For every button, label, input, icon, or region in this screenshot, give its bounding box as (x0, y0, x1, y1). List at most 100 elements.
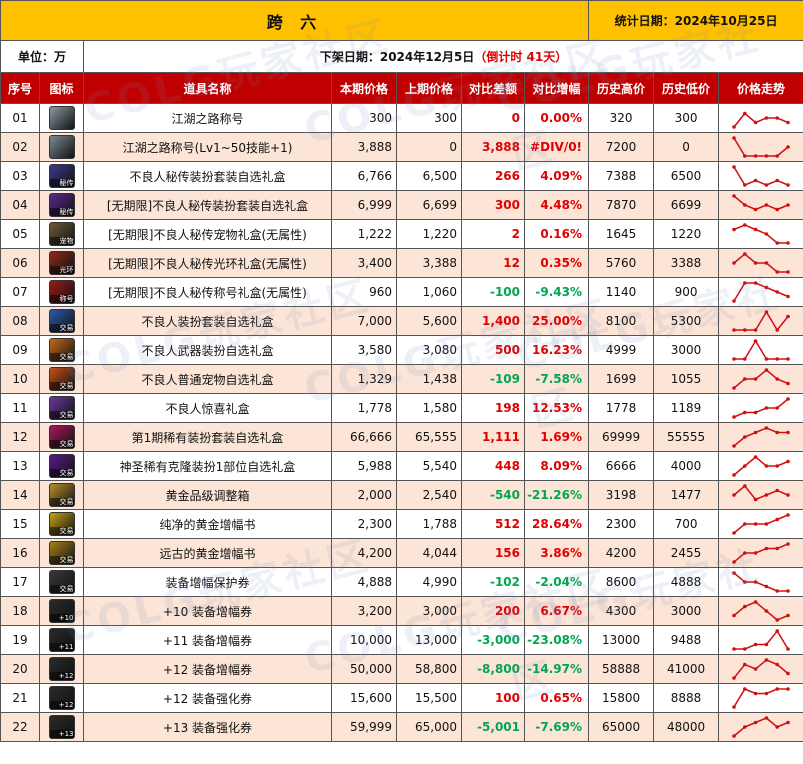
trend-point (753, 522, 758, 526)
column-header: 本期价格 (331, 72, 397, 104)
trend-point (732, 473, 736, 477)
table-row: 09 交易 不良人武器装扮自选礼盒 3,580 3,080 500 16.23% 4999 30… (0, 335, 803, 365)
trend-point (753, 667, 758, 671)
history-low: 48000 (653, 712, 720, 742)
trend-point (743, 281, 747, 285)
history-low: 3000 (653, 596, 720, 626)
trend-point (732, 357, 736, 361)
item-icon: 交易 (48, 367, 75, 391)
item-icon-label: 秘传 (49, 179, 74, 187)
price-trend-sparkline (732, 194, 790, 212)
history-low: 6500 (653, 161, 720, 191)
trend-point (743, 464, 747, 468)
previous-price: 2,540 (396, 480, 462, 510)
price-trend-cell (718, 422, 803, 452)
unit-row: 单位：万 下架日期：2024年12月5日（倒计时 41天） (0, 40, 803, 73)
price-trend-sparkline (732, 223, 790, 245)
trend-point (775, 517, 780, 522)
item-icon-cell: 交易 (39, 480, 84, 510)
trend-point (753, 377, 758, 381)
item-icon-cell: 光环 (39, 248, 84, 278)
current-price: 66,666 (331, 422, 397, 452)
price-trend-sparkline (732, 484, 790, 502)
item-icon-label: 交易 (49, 498, 74, 506)
previous-price: 65,000 (396, 712, 462, 742)
trend-point (732, 613, 736, 618)
item-icon-cell: 秘传 (39, 161, 84, 191)
item-icon: +13 (48, 715, 75, 739)
trend-point (764, 642, 769, 647)
history-high: 8100 (588, 306, 655, 336)
item-icon-label: 交易 (49, 440, 74, 448)
item-icon: 秘传 (48, 193, 75, 217)
trend-line (733, 659, 789, 679)
history-high: 5760 (588, 248, 655, 278)
current-price: 3,400 (331, 248, 397, 278)
price-difference: 1,400 (461, 306, 525, 336)
price-trend-sparkline (732, 600, 790, 622)
trend-point (753, 178, 758, 183)
countdown: （倒计时 41天） (474, 50, 568, 64)
price-trend-sparkline (732, 368, 790, 390)
history-low: 55555 (653, 422, 720, 452)
item-icon-label: 秘传 (49, 208, 74, 216)
trend-point (753, 497, 758, 502)
price-change-percent: -23.08% (523, 625, 590, 655)
price-difference: 100 (461, 683, 525, 713)
history-high: 2300 (588, 509, 655, 539)
item-name: 远古的黄金增幅书 (83, 538, 332, 568)
item-name: +10 装备增幅券 (83, 596, 332, 626)
trend-point (743, 223, 747, 227)
item-icon-label: 交易 (49, 324, 74, 332)
row-number: 08 (0, 306, 40, 336)
page-title: 跨 六 (0, 0, 590, 41)
trend-point (753, 580, 758, 584)
item-name: 装备增幅保护券 (83, 567, 332, 597)
trend-point (753, 600, 758, 604)
stat-date: 统计日期：2024年10月25日 (588, 0, 803, 41)
item-icon: 交易 (48, 338, 75, 362)
trend-point (775, 546, 780, 551)
item-name: [无期限]不良人秘传称号礼盒(无属性) (83, 277, 332, 307)
history-low: 3000 (653, 335, 720, 365)
item-icon (48, 106, 75, 130)
item-icon-label: 交易 (49, 353, 74, 361)
history-high: 1699 (588, 364, 655, 394)
trend-point (732, 125, 736, 129)
previous-price: 65,555 (396, 422, 462, 452)
trend-point (732, 227, 736, 232)
previous-price: 1,788 (396, 509, 462, 539)
trend-point (732, 705, 736, 709)
trend-point (786, 314, 790, 319)
trend-point (764, 261, 769, 265)
price-trend-cell (718, 190, 803, 220)
price-change-percent: 12.53% (523, 393, 590, 423)
trend-point (786, 493, 790, 497)
item-name: 不良人武器装扮自选礼盒 (83, 335, 332, 365)
item-icon: 交易 (48, 396, 75, 420)
current-price: 960 (331, 277, 397, 307)
item-icon-label: 光环 (49, 266, 74, 274)
price-change-percent: 0.35% (523, 248, 590, 278)
item-icon-cell: 交易 (39, 393, 84, 423)
price-trend-sparkline (732, 629, 790, 651)
price-change-percent: 28.64% (523, 509, 590, 539)
price-difference: -5,001 (461, 712, 525, 742)
trend-point (764, 716, 769, 720)
table-body: 01 江湖之路称号 300 300 0 0.00% 320 300 02 江湖之路称号(Lv1~5… (0, 103, 803, 742)
trend-point (753, 227, 758, 232)
row-number: 15 (0, 509, 40, 539)
trend-point (775, 687, 780, 691)
price-trend-cell (718, 219, 803, 249)
trend-point (786, 671, 790, 676)
trend-point (775, 241, 780, 245)
price-trend-cell (718, 654, 803, 684)
price-trend-cell (718, 480, 803, 510)
price-trend-sparkline (732, 716, 790, 738)
trend-line (733, 572, 789, 592)
trend-point (743, 252, 747, 256)
history-low: 1220 (653, 219, 720, 249)
item-icon-label: 交易 (49, 382, 74, 390)
item-icon-cell: +11 (39, 625, 84, 655)
trend-point (775, 618, 780, 622)
